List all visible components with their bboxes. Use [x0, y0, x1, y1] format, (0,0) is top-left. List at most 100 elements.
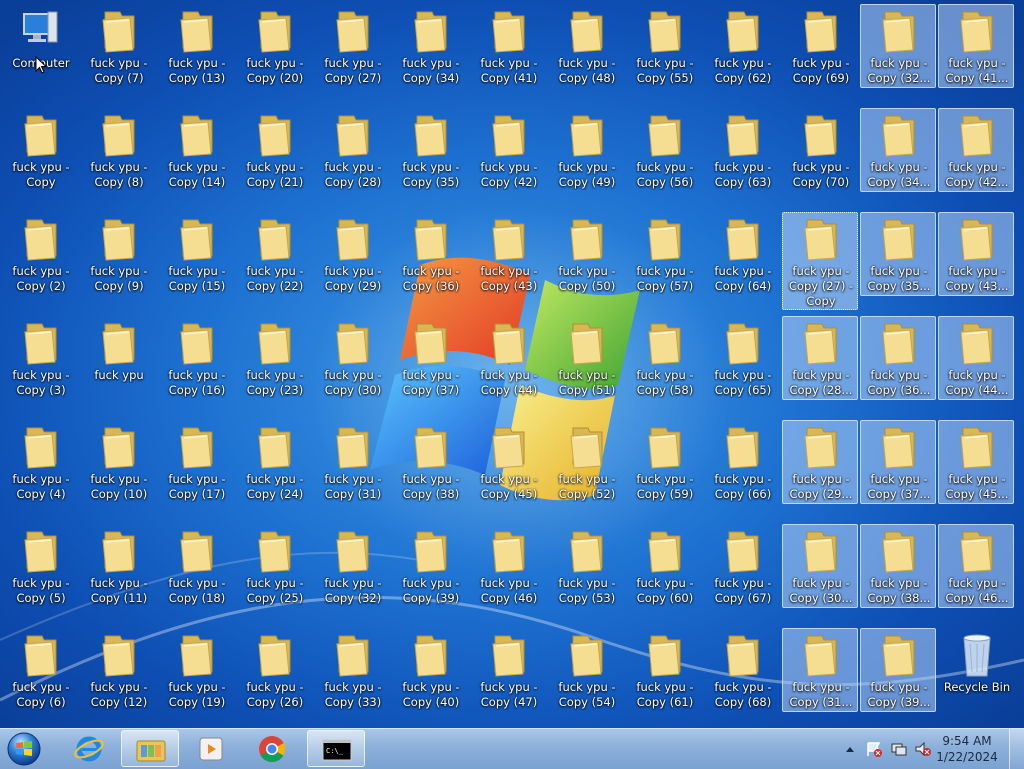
desktop-folder[interactable]: fuck ypu - Copy (54) [548, 628, 624, 712]
desktop-folder[interactable]: fuck ypu - Copy (34) [392, 4, 468, 88]
desktop-folder[interactable]: fuck ypu - Copy (68) [704, 628, 780, 712]
desktop-folder[interactable]: fuck ypu - Copy (27) [314, 4, 390, 88]
desktop-folder[interactable]: fuck ypu - Copy (3) [2, 316, 78, 400]
desktop-folder[interactable]: fuck ypu - Copy (15) [158, 212, 234, 296]
desktop-folder[interactable]: fuck ypu - Copy (4) [2, 420, 78, 504]
desktop-folder[interactable]: fuck ypu - Copy (38... [860, 524, 936, 608]
desktop-folder[interactable]: fuck ypu - Copy (43... [938, 212, 1014, 296]
desktop-folder[interactable]: fuck ypu - Copy (57) [626, 212, 702, 296]
desktop-folder[interactable]: fuck ypu - Copy (34... [860, 108, 936, 192]
desktop-folder[interactable]: fuck ypu - Copy (26) [236, 628, 312, 712]
desktop-folder[interactable]: fuck ypu - Copy (63) [704, 108, 780, 192]
desktop[interactable]: fuck ypu - Copy (7) fuck ypu - Copy (13) f… [0, 0, 1024, 728]
desktop-folder[interactable]: fuck ypu - Copy (25) [236, 524, 312, 608]
taskbar-command-prompt[interactable]: C:\_ [307, 730, 365, 767]
desktop-folder[interactable]: fuck ypu - Copy (42... [938, 108, 1014, 192]
desktop-folder[interactable]: fuck ypu - Copy (49) [548, 108, 624, 192]
desktop-folder[interactable]: fuck ypu - Copy (58) [626, 316, 702, 400]
desktop-recycle-bin[interactable]: Recycle Bin [938, 628, 1014, 712]
desktop-folder[interactable]: fuck ypu - Copy (13) [158, 4, 234, 88]
desktop-folder[interactable]: fuck ypu - Copy (50) [548, 212, 624, 296]
desktop-folder[interactable]: fuck ypu - Copy (12) [80, 628, 156, 712]
desktop-folder[interactable]: fuck ypu - Copy (66) [704, 420, 780, 504]
desktop-folder[interactable]: fuck ypu - Copy (35) [392, 108, 468, 192]
desktop-folder[interactable]: fuck ypu - Copy (46... [938, 524, 1014, 608]
volume-muted-icon[interactable] [914, 741, 932, 757]
desktop-folder[interactable]: fuck ypu - Copy (36) [392, 212, 468, 296]
desktop-folder[interactable]: fuck ypu - Copy (41) [470, 4, 546, 88]
desktop-folder[interactable]: fuck ypu - Copy (44) [470, 316, 546, 400]
desktop-folder[interactable]: fuck ypu - Copy (69) [782, 4, 858, 88]
desktop-folder[interactable]: fuck ypu - Copy (27) - Copy [782, 212, 858, 310]
desktop-folder[interactable]: fuck ypu - Copy (45) [470, 420, 546, 504]
desktop-folder[interactable]: fuck ypu - Copy (55) [626, 4, 702, 88]
desktop-folder[interactable]: fuck ypu - Copy (23) [236, 316, 312, 400]
desktop-folder[interactable]: fuck ypu - Copy (32... [860, 4, 936, 88]
desktop-folder[interactable]: fuck ypu - Copy (37) [392, 316, 468, 400]
show-hidden-icons-arrow[interactable] [845, 741, 855, 757]
desktop-folder[interactable]: fuck ypu - Copy (42) [470, 108, 546, 192]
desktop-folder[interactable]: fuck ypu - Copy (20) [236, 4, 312, 88]
network-icon[interactable] [890, 741, 908, 757]
show-desktop-button[interactable] [1009, 729, 1024, 769]
desktop-folder[interactable]: fuck ypu - Copy (17) [158, 420, 234, 504]
desktop-folder[interactable]: fuck ypu - Copy (32) [314, 524, 390, 608]
desktop-folder[interactable]: fuck ypu - Copy (31) [314, 420, 390, 504]
desktop-folder[interactable]: fuck ypu [80, 316, 156, 400]
desktop-folder[interactable]: fuck ypu - Copy (24) [236, 420, 312, 504]
desktop-folder[interactable]: fuck ypu - Copy (14) [158, 108, 234, 192]
desktop-folder[interactable]: fuck ypu - Copy (39) [392, 524, 468, 608]
desktop-folder[interactable]: fuck ypu - Copy (48) [548, 4, 624, 88]
desktop-folder[interactable]: fuck ypu - Copy (9) [80, 212, 156, 296]
desktop-folder[interactable]: fuck ypu - Copy (29... [782, 420, 858, 504]
desktop-folder[interactable]: fuck ypu - Copy (46) [470, 524, 546, 608]
desktop-folder[interactable]: fuck ypu - Copy (56) [626, 108, 702, 192]
taskbar-chrome[interactable] [243, 730, 301, 767]
desktop-folder[interactable]: fuck ypu - Copy (38) [392, 420, 468, 504]
desktop-folder[interactable]: fuck ypu - Copy (28... [782, 316, 858, 400]
desktop-folder[interactable]: fuck ypu - Copy (60) [626, 524, 702, 608]
desktop-computer[interactable]: Computer [2, 4, 78, 88]
desktop-folder[interactable]: fuck ypu - Copy (59) [626, 420, 702, 504]
desktop-folder[interactable]: fuck ypu - Copy (62) [704, 4, 780, 88]
desktop-folder[interactable]: fuck ypu - Copy (30... [782, 524, 858, 608]
windows-start-orb[interactable] [5, 731, 43, 767]
desktop-folder[interactable]: fuck ypu - Copy (11) [80, 524, 156, 608]
taskbar-media-player[interactable] [182, 730, 240, 767]
desktop-folder[interactable]: fuck ypu - Copy (6) [2, 628, 78, 712]
desktop-folder[interactable]: fuck ypu - Copy (19) [158, 628, 234, 712]
desktop-folder[interactable]: fuck ypu - Copy (70) [782, 108, 858, 192]
desktop-folder[interactable]: fuck ypu - Copy (31... [782, 628, 858, 712]
desktop-folder[interactable]: fuck ypu - Copy (67) [704, 524, 780, 608]
desktop-folder[interactable]: fuck ypu - Copy (52) [548, 420, 624, 504]
desktop-folder[interactable]: fuck ypu - Copy (47) [470, 628, 546, 712]
taskbar-windows-explorer[interactable] [121, 730, 179, 767]
desktop-folder[interactable]: fuck ypu - Copy (37... [860, 420, 936, 504]
desktop-folder[interactable]: fuck ypu - Copy (29) [314, 212, 390, 296]
desktop-folder[interactable]: fuck ypu - Copy (16) [158, 316, 234, 400]
desktop-folder[interactable]: fuck ypu - Copy (22) [236, 212, 312, 296]
desktop-folder[interactable]: fuck ypu - Copy (36... [860, 316, 936, 400]
desktop-folder[interactable]: fuck ypu - Copy (43) [470, 212, 546, 296]
taskbar-clock[interactable]: 9:54 AM 1/22/2024 [932, 733, 1002, 765]
desktop-folder[interactable]: fuck ypu - Copy (53) [548, 524, 624, 608]
desktop-folder[interactable]: fuck ypu - Copy (45... [938, 420, 1014, 504]
taskbar-internet-explorer[interactable] [60, 730, 118, 767]
desktop-folder[interactable]: fuck ypu - Copy (7) [80, 4, 156, 88]
desktop-folder[interactable]: fuck ypu - Copy (64) [704, 212, 780, 296]
desktop-folder[interactable]: fuck ypu - Copy (33) [314, 628, 390, 712]
action-center-flag-icon[interactable] [865, 741, 883, 757]
desktop-folder[interactable]: fuck ypu - Copy (65) [704, 316, 780, 400]
desktop-folder[interactable]: fuck ypu - Copy [2, 108, 78, 192]
desktop-folder[interactable]: fuck ypu - Copy (44... [938, 316, 1014, 400]
desktop-folder[interactable]: fuck ypu - Copy (5) [2, 524, 78, 608]
desktop-folder[interactable]: fuck ypu - Copy (2) [2, 212, 78, 296]
desktop-folder[interactable]: fuck ypu - Copy (51) [548, 316, 624, 400]
desktop-folder[interactable]: fuck ypu - Copy (39... [860, 628, 936, 712]
desktop-folder[interactable]: fuck ypu - Copy (21) [236, 108, 312, 192]
desktop-folder[interactable]: fuck ypu - Copy (28) [314, 108, 390, 192]
desktop-folder[interactable]: fuck ypu - Copy (10) [80, 420, 156, 504]
desktop-folder[interactable]: fuck ypu - Copy (8) [80, 108, 156, 192]
desktop-folder[interactable]: fuck ypu - Copy (40) [392, 628, 468, 712]
desktop-folder[interactable]: fuck ypu - Copy (41... [938, 4, 1014, 88]
